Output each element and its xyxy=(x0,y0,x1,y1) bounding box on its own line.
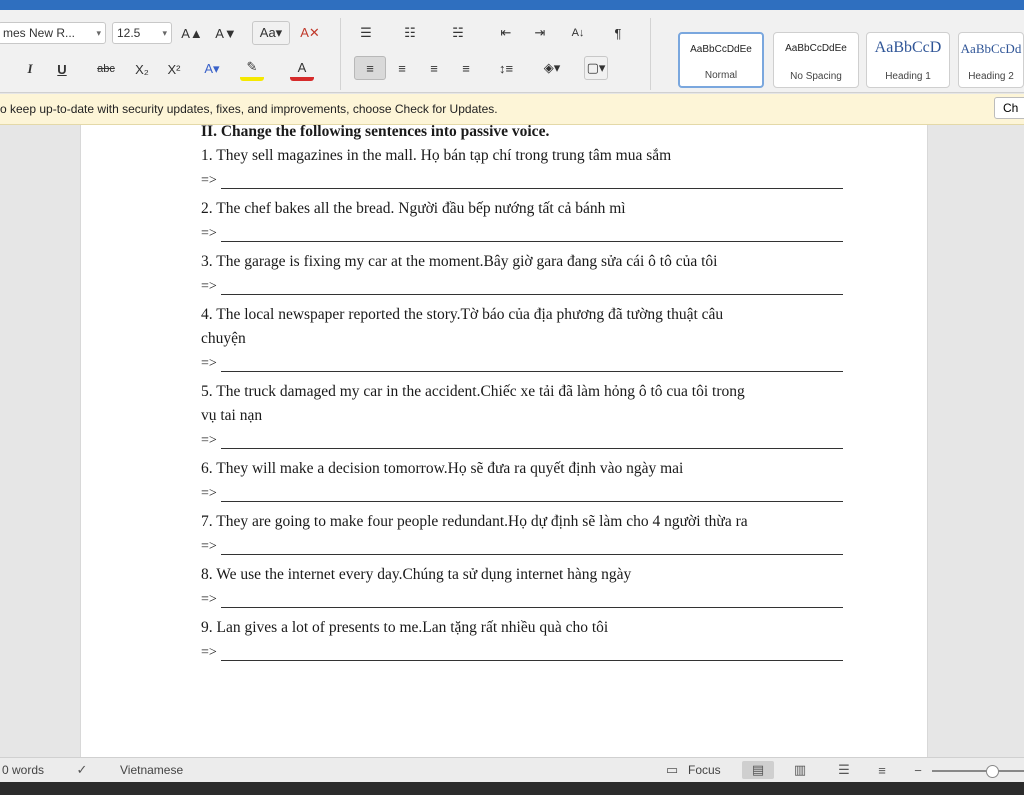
answer-prefix: => xyxy=(201,539,217,554)
style-normal[interactable]: AaBbCcDdEe Normal xyxy=(678,32,764,88)
answer-line[interactable] xyxy=(221,607,843,608)
style-no-spacing[interactable]: AaBbCcDdEe No Spacing xyxy=(773,32,859,88)
answer-line[interactable] xyxy=(221,660,843,661)
sort-icon[interactable]: A↓ xyxy=(566,21,590,45)
superscript-icon[interactable]: X² xyxy=(162,57,186,81)
text-effects-icon[interactable]: A▾ xyxy=(200,57,224,81)
borders-icon[interactable]: ▢▾ xyxy=(584,56,608,80)
style-name: Heading 1 xyxy=(885,71,931,82)
exercise-sentence: 2. The chef bakes all the bread. Người đ… xyxy=(201,200,626,217)
exercise-sentence: vụ tai nạn xyxy=(201,407,263,424)
answer-line[interactable] xyxy=(221,501,843,502)
font-name-value: mes New R... xyxy=(3,26,76,40)
style-heading-2[interactable]: AaBbCcDd Heading 2 xyxy=(958,32,1024,88)
answer-line[interactable] xyxy=(221,294,843,295)
focus-icon[interactable]: ▭ xyxy=(662,761,682,779)
highlight-icon[interactable]: ✎ xyxy=(240,57,264,81)
underline-icon[interactable]: U xyxy=(50,57,74,81)
update-message-bar: o keep up-to-date with security updates,… xyxy=(0,94,1024,125)
exercise-sentence: 1. They sell magazines in the mall. Họ b… xyxy=(201,147,672,164)
check-for-updates-button[interactable]: Ch xyxy=(994,97,1024,119)
clear-formatting-icon[interactable]: A✕ xyxy=(298,21,322,45)
exercise-sentence: 8. We use the internet every day.Chúng t… xyxy=(201,566,632,583)
exercise-sentence: 3. The garage is fixing my car at the mo… xyxy=(201,253,718,270)
multilevel-list-icon[interactable]: ☵ xyxy=(446,21,470,45)
chevron-down-icon: ▾ xyxy=(162,27,167,38)
font-name-dropdown[interactable]: mes New R... ▾ xyxy=(0,22,106,44)
answer-line[interactable] xyxy=(221,554,843,555)
exercise-sentence: 6. They will make a decision tomorrow.Họ… xyxy=(201,460,684,477)
chevron-down-icon: ▾ xyxy=(96,27,101,38)
exercise-sentence: 5. The truck damaged my car in the accid… xyxy=(201,383,745,400)
answer-line[interactable] xyxy=(221,188,843,189)
italic-icon[interactable]: I xyxy=(18,57,42,81)
proofing-icon[interactable]: ✓ xyxy=(72,761,92,779)
style-sample: AaBbCcDdEe xyxy=(785,43,847,54)
style-name: Normal xyxy=(704,70,738,81)
style-heading-1[interactable]: AaBbCcD Heading 1 xyxy=(866,32,950,88)
answer-line[interactable] xyxy=(221,371,843,372)
exercise-sentence: 9. Lan gives a lot of presents to me.Lan… xyxy=(201,619,609,636)
style-sample: AaBbCcDdEe xyxy=(690,44,752,55)
update-message-text: o keep up-to-date with security updates,… xyxy=(0,102,498,116)
exercise-sentence: 7. They are going to make four people re… xyxy=(201,513,748,530)
justify-icon[interactable]: ≡ xyxy=(454,56,478,80)
change-case-icon[interactable]: Aa▾ xyxy=(252,21,290,45)
dock-strip xyxy=(0,782,1024,795)
exercise-sentence: chuyện xyxy=(201,330,246,347)
word-count[interactable]: 0 words xyxy=(2,763,44,777)
ribbon-separator xyxy=(650,18,651,90)
align-center-icon[interactable]: ≡ xyxy=(390,56,414,80)
bullets-icon[interactable]: ☰ xyxy=(354,21,378,45)
print-layout-icon[interactable]: ▤ xyxy=(742,761,774,779)
style-sample: AaBbCcDd xyxy=(960,41,1022,56)
answer-prefix: => xyxy=(201,279,217,294)
show-formatting-icon[interactable]: ¶ xyxy=(606,21,630,45)
zoom-slider-handle[interactable] xyxy=(986,765,999,778)
outline-view-icon[interactable]: ☰ xyxy=(834,761,854,779)
shrink-font-button[interactable]: A▼ xyxy=(214,21,238,45)
exercise-heading: II. Change the following sentences into … xyxy=(201,125,550,140)
answer-prefix: => xyxy=(201,173,217,188)
ribbon-tabs-strip xyxy=(0,0,1024,10)
status-bar: 0 words ✓ Vietnamese ▭ Focus ▤ ▥ ☰ ≡ − xyxy=(0,757,1024,782)
increase-indent-icon[interactable]: ⇥ xyxy=(528,21,552,45)
exercise-sentence: 4. The local newspaper reported the stor… xyxy=(201,306,724,323)
subscript-icon[interactable]: X₂ xyxy=(130,57,154,81)
style-name: Heading 2 xyxy=(968,71,1014,82)
answer-prefix: => xyxy=(201,356,217,371)
answer-prefix: => xyxy=(201,592,217,607)
answer-prefix: => xyxy=(201,433,217,448)
focus-label[interactable]: Focus xyxy=(688,763,721,777)
document-page[interactable]: II. Change the following sentences into … xyxy=(80,125,928,757)
numbering-icon[interactable]: ☷ xyxy=(398,21,422,45)
language-indicator[interactable]: Vietnamese xyxy=(120,763,183,777)
answer-line[interactable] xyxy=(221,241,843,242)
shading-icon[interactable]: ◈▾ xyxy=(540,56,564,80)
strikethrough-icon[interactable]: abc xyxy=(94,57,118,81)
zoom-slider-track[interactable] xyxy=(932,770,1024,772)
grow-font-button[interactable]: A▲ xyxy=(180,21,204,45)
answer-line[interactable] xyxy=(221,448,843,449)
answer-prefix: => xyxy=(201,645,217,660)
align-left-icon[interactable]: ≡ xyxy=(354,56,386,80)
font-size-value: 12.5 xyxy=(117,26,141,40)
align-right-icon[interactable]: ≡ xyxy=(422,56,446,80)
ribbon-separator xyxy=(340,18,341,90)
decrease-indent-icon[interactable]: ⇤ xyxy=(494,21,518,45)
font-size-dropdown[interactable]: 12.5 ▾ xyxy=(112,22,172,44)
style-name: No Spacing xyxy=(790,71,842,82)
web-layout-icon[interactable]: ▥ xyxy=(790,761,810,779)
zoom-out-icon[interactable]: − xyxy=(908,761,928,779)
ribbon-toolbar: mes New R... ▾ 12.5 ▾ A▲ A▼ Aa▾ A✕ I U a… xyxy=(0,10,1024,93)
style-sample: AaBbCcD xyxy=(874,39,942,56)
answer-prefix: => xyxy=(201,486,217,501)
draft-view-icon[interactable]: ≡ xyxy=(872,761,892,779)
answer-prefix: => xyxy=(201,226,217,241)
font-color-icon[interactable]: A xyxy=(290,57,314,81)
document-canvas[interactable]: II. Change the following sentences into … xyxy=(0,125,1024,757)
line-spacing-icon[interactable]: ↕≡ xyxy=(494,56,518,80)
